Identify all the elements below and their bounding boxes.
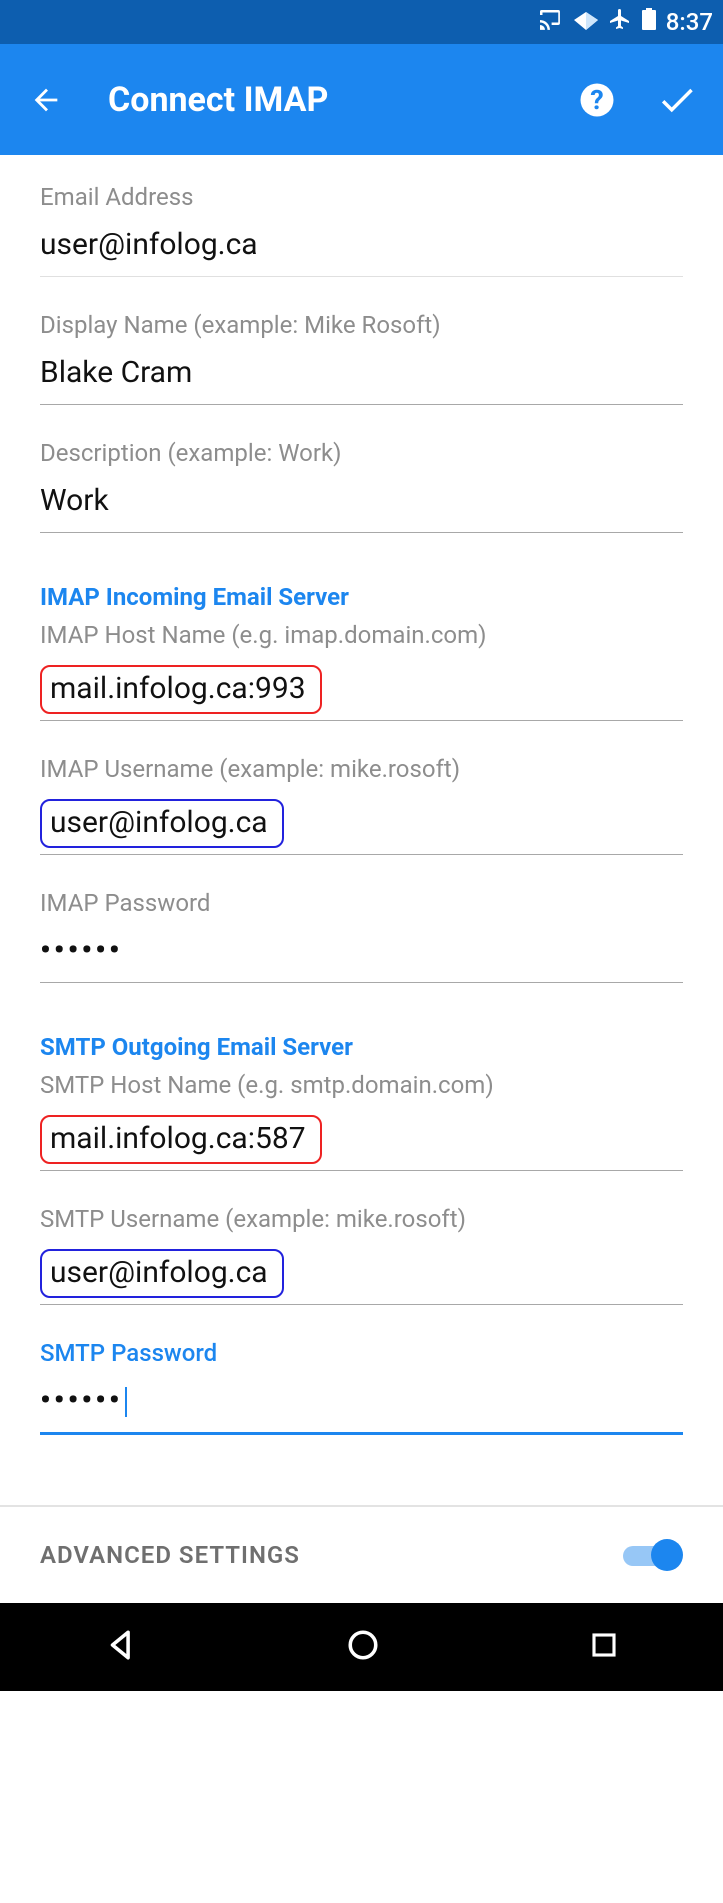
wifi-icon [574, 8, 598, 36]
battery-icon [642, 8, 656, 36]
svg-text:?: ? [590, 84, 603, 116]
page-title: Connect IMAP [108, 80, 575, 120]
display-name-input[interactable] [40, 349, 683, 405]
imap-pass-field[interactable]: IMAP Password •••••• [40, 889, 683, 983]
advanced-settings-toggle[interactable] [623, 1537, 683, 1573]
imap-user-input[interactable]: user@infolog.ca [40, 799, 284, 848]
imap-pass-input[interactable]: •••••• [40, 927, 683, 983]
smtp-pass-input[interactable]: •••••• [40, 1377, 683, 1435]
imap-user-label: IMAP Username (example: mike.rosoft) [40, 755, 683, 783]
imap-host-label: IMAP Host Name (e.g. imap.domain.com) [40, 621, 683, 649]
description-field[interactable]: Description (example: Work) [40, 439, 683, 533]
cast-icon [540, 8, 564, 36]
smtp-user-field[interactable]: SMTP Username (example: mike.rosoft) use… [40, 1205, 683, 1305]
advanced-settings-label: ADVANCED SETTINGS [40, 1541, 300, 1569]
status-bar: 8:37 [0, 0, 723, 44]
back-button[interactable] [24, 78, 68, 122]
email-field[interactable]: Email Address [40, 183, 683, 277]
imap-pass-label: IMAP Password [40, 889, 683, 917]
airplane-icon [608, 7, 632, 37]
system-nav-bar [0, 1603, 723, 1691]
smtp-pass-field[interactable]: SMTP Password •••••• [40, 1339, 683, 1435]
smtp-user-label: SMTP Username (example: mike.rosoft) [40, 1205, 683, 1233]
email-label: Email Address [40, 183, 683, 211]
smtp-host-input[interactable]: mail.infolog.ca:587 [40, 1115, 322, 1164]
advanced-settings-row[interactable]: ADVANCED SETTINGS [0, 1505, 723, 1603]
display-name-field[interactable]: Display Name (example: Mike Rosoft) [40, 311, 683, 405]
status-time: 8:37 [666, 8, 713, 36]
nav-back-button[interactable] [104, 1628, 138, 1666]
smtp-user-input[interactable]: user@infolog.ca [40, 1249, 284, 1298]
nav-home-button[interactable] [346, 1628, 380, 1666]
imap-host-input[interactable]: mail.infolog.ca:993 [40, 665, 322, 714]
imap-section-title: IMAP Incoming Email Server [40, 583, 683, 611]
nav-recent-button[interactable] [589, 1630, 619, 1664]
display-name-label: Display Name (example: Mike Rosoft) [40, 311, 683, 339]
app-bar: Connect IMAP ? [0, 44, 723, 155]
imap-user-field[interactable]: IMAP Username (example: mike.rosoft) use… [40, 755, 683, 855]
smtp-pass-label: SMTP Password [40, 1339, 683, 1367]
smtp-host-label: SMTP Host Name (e.g. smtp.domain.com) [40, 1071, 683, 1099]
confirm-button[interactable] [655, 78, 699, 122]
smtp-section-title: SMTP Outgoing Email Server [40, 1033, 683, 1061]
description-label: Description (example: Work) [40, 439, 683, 467]
description-input[interactable] [40, 477, 683, 533]
email-input[interactable] [40, 221, 683, 277]
help-button[interactable]: ? [575, 78, 619, 122]
imap-host-field[interactable]: IMAP Host Name (e.g. imap.domain.com) ma… [40, 621, 683, 721]
text-cursor [125, 1387, 127, 1417]
smtp-host-field[interactable]: SMTP Host Name (e.g. smtp.domain.com) ma… [40, 1071, 683, 1171]
